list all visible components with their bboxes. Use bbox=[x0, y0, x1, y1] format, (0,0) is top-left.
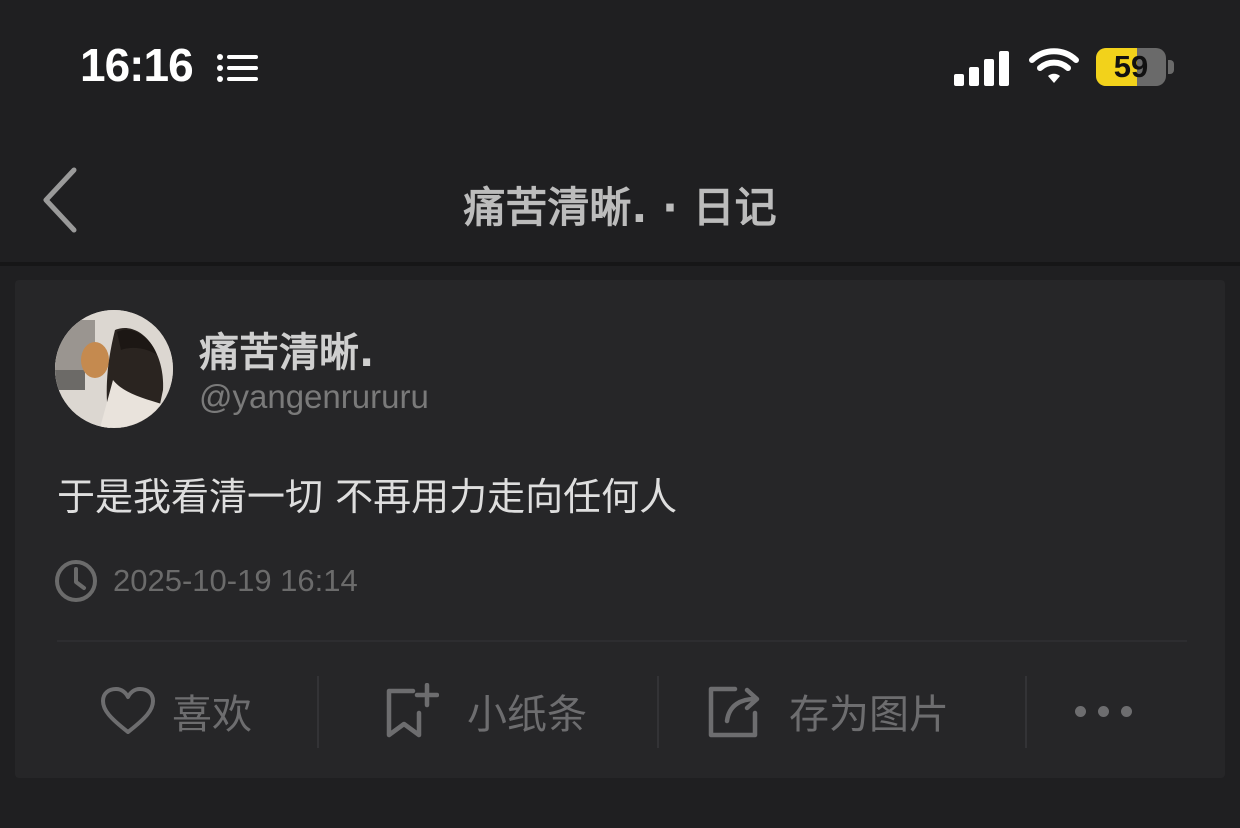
signal-icon bbox=[954, 51, 1009, 86]
share-export-icon bbox=[708, 686, 760, 738]
heart-icon bbox=[101, 687, 155, 734]
more-dots-icon bbox=[1075, 705, 1132, 717]
action-bar: 喜欢 小纸条 存为图片 bbox=[15, 662, 1225, 760]
bookmark-plus-icon bbox=[386, 683, 439, 738]
note-button[interactable]: 小纸条 bbox=[383, 662, 587, 760]
status-time: 16:16 bbox=[80, 39, 194, 91]
save-image-button[interactable]: 存为图片 bbox=[705, 662, 949, 760]
like-button[interactable]: 喜欢 bbox=[100, 662, 252, 760]
list-icon bbox=[217, 54, 258, 82]
note-label: 小纸条 bbox=[467, 692, 587, 738]
save-image-label: 存为图片 bbox=[789, 692, 949, 738]
battery-level: 59 bbox=[1113, 49, 1149, 84]
timestamp-text: 2025-10-19 16:14 bbox=[113, 563, 358, 598]
wifi-icon bbox=[1029, 48, 1079, 83]
author-handle: @yangenrururu bbox=[199, 378, 429, 415]
post-content: 于是我看清一切 不再用力走向任何人 bbox=[57, 475, 678, 519]
battery-icon: 59 bbox=[1096, 48, 1166, 86]
action-separator bbox=[657, 676, 659, 748]
avatar-image bbox=[55, 310, 173, 428]
battery-cap bbox=[1168, 60, 1174, 74]
clock-icon bbox=[55, 560, 97, 602]
nav-divider bbox=[0, 262, 1240, 266]
timestamp: 2025-10-19 16:14 bbox=[53, 558, 358, 604]
post-card: 痛苦清晰. @yangenrururu 于是我看清一切 不再用力走向任何人 20… bbox=[15, 280, 1225, 778]
more-button[interactable] bbox=[1075, 662, 1132, 760]
avatar[interactable] bbox=[55, 310, 173, 428]
page-title: 痛苦清晰. · 日记 bbox=[463, 183, 777, 232]
status-bar: 16:16 59 bbox=[0, 0, 1240, 130]
card-divider bbox=[57, 640, 1187, 642]
like-label: 喜欢 bbox=[172, 692, 252, 738]
action-separator bbox=[317, 676, 319, 748]
author-name[interactable]: 痛苦清晰. bbox=[199, 320, 374, 378]
nav-bar: 痛苦清晰. · 日记 bbox=[0, 130, 1240, 265]
action-separator bbox=[1025, 676, 1027, 748]
